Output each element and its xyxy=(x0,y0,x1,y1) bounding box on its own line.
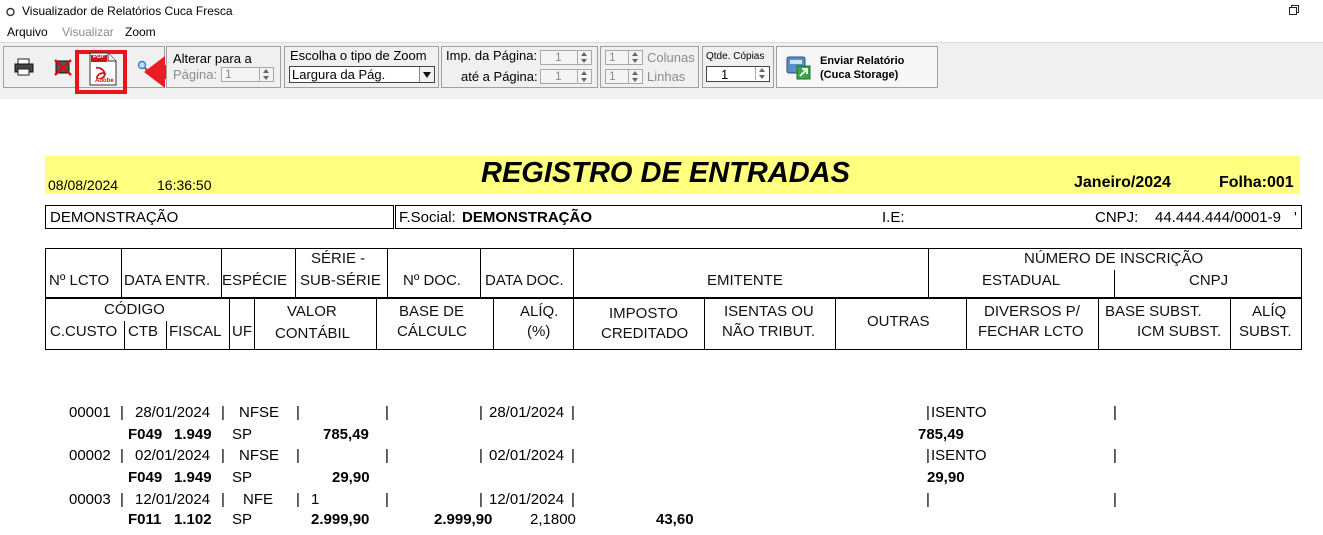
colunas-spinner[interactable]: 1 xyxy=(605,50,643,65)
table-row: 00002 | 02/01/2024 | NFSE | | | 02/01/20… xyxy=(69,447,1117,486)
imp-to-spinner[interactable]: 1 xyxy=(540,69,592,84)
pdf-badge-text: PDF xyxy=(93,54,105,60)
fsocial-label: F.Social: xyxy=(399,209,456,226)
company-box: DEMONSTRAÇÃO xyxy=(45,205,394,229)
toolbar: PDF Adobe Alterar para a Página: 1 Escol… xyxy=(0,42,1323,100)
report-period: Janeiro/2024 xyxy=(1074,174,1171,191)
copias-spinner[interactable]: 1 xyxy=(706,66,770,82)
menu-arquivo[interactable]: Arquivo xyxy=(7,25,48,39)
h-imposto-2: CREDITADO xyxy=(601,325,689,342)
imp-to-label: até a Página: xyxy=(461,69,538,84)
alterar-pagina-spinner[interactable]: 1 xyxy=(221,67,274,82)
h-serie-2: SUB-SÉRIE xyxy=(300,272,381,289)
report-date: 08/08/2024 xyxy=(48,177,119,193)
h-uf: UF xyxy=(232,323,252,340)
h-aliq-subst-2: SUBST. xyxy=(1239,323,1292,340)
h-serie-1: SÉRIE - xyxy=(311,250,366,267)
restore-icon[interactable] xyxy=(1289,5,1300,16)
h-data-entr: DATA ENTR. xyxy=(124,272,211,289)
enviar-relatorio-button[interactable]: Enviar Relatório (Cuca Storage) xyxy=(776,46,938,88)
h-diversos-2: FECHAR LCTO xyxy=(978,323,1084,340)
app-icon xyxy=(6,6,15,17)
h-base-1: BASE DE xyxy=(399,303,465,320)
h-num-inscricao: NÚMERO DE INSCRIÇÃO xyxy=(1024,250,1204,267)
table-row: 00003 | 12/01/2024 | NFE | 1 | | 12/01/2… xyxy=(69,491,1117,528)
report-folha: Folha:001 xyxy=(1219,174,1294,191)
h-codigo: CÓDIGO xyxy=(104,301,165,318)
h-imposto-1: IMPOSTO xyxy=(609,305,678,322)
colunas-label: Colunas xyxy=(647,50,695,65)
menu-visualizar[interactable]: Visualizar xyxy=(62,25,114,39)
report-title: REGISTRO DE ENTRADAS xyxy=(481,157,850,189)
h-estadual: ESTADUAL xyxy=(982,272,1061,289)
cloud-upload-icon xyxy=(785,54,811,80)
ie-label: I.E: xyxy=(882,209,905,226)
zoom-type-select[interactable]: Largura da Pág. xyxy=(289,66,435,83)
alterar-pagina-label: Página: xyxy=(173,67,218,82)
linhas-spinner[interactable]: 1 xyxy=(605,69,643,84)
h-aliq-1: ALÍQ. xyxy=(520,303,559,320)
imp-from-label: Imp. da Página: xyxy=(446,48,538,63)
h-base-subst-2: ICM SUBST. xyxy=(1137,323,1222,340)
menu-zoom[interactable]: Zoom xyxy=(125,25,156,39)
linhas-label: Linhas xyxy=(647,69,686,84)
h-base-subst-1: BASE SUBST. xyxy=(1105,303,1202,320)
pdf-export-icon[interactable]: PDF Adobe xyxy=(88,52,118,86)
company-details-box: F.Social: DEMONSTRAÇÃO I.E: CNPJ: 44.444… xyxy=(395,205,1302,229)
h-base-2: CÁLCULC xyxy=(397,323,468,340)
h-valor-2: CONTÁBIL xyxy=(275,325,351,342)
close-report-icon[interactable] xyxy=(53,57,73,77)
h-especie: ESPÉCIE xyxy=(222,272,288,289)
title-bar: Visualizador de Relatórios Cuca Fresca xyxy=(0,0,1323,24)
h-valor-1: VALOR xyxy=(287,303,337,320)
zoom-label: Escolha o tipo de Zoom xyxy=(290,48,427,63)
h-fiscal: FISCAL xyxy=(169,323,222,340)
print-icon[interactable] xyxy=(14,58,34,76)
h-ccusto: C.CUSTO xyxy=(50,323,118,340)
h-diversos-1: DIVERSOS P/ xyxy=(984,303,1080,320)
h-isentas-1: ISENTAS OU xyxy=(724,303,814,320)
h-cnpj: CNPJ xyxy=(1189,272,1229,289)
enviar-line1: Enviar Relatório xyxy=(820,55,905,67)
chevron-down-icon[interactable] xyxy=(419,67,434,82)
h-data-doc: DATA DOC. xyxy=(485,272,564,289)
h-outras: OUTRAS xyxy=(867,313,930,330)
cnpj-label: CNPJ: xyxy=(1095,209,1139,226)
alterar-label: Alterar para a xyxy=(173,51,252,66)
table-row: 00001 | 28/01/2024 | NFSE | | | 28/01/20… xyxy=(69,404,1117,443)
h-aliq-subst-1: ALÍQ xyxy=(1252,303,1287,320)
report-page: 08/08/2024 16:36:50 REGISTRO DE ENTRADAS… xyxy=(0,99,1323,528)
fsocial-value: DEMONSTRAÇÃO xyxy=(462,209,592,226)
adobe-text: Adobe xyxy=(95,78,114,84)
cnpj-value-overflow: ' xyxy=(1294,209,1297,226)
window-title: Visualizador de Relatórios Cuca Fresca xyxy=(22,4,233,18)
report-time: 16:36:50 xyxy=(157,177,212,193)
h-emitente: EMITENTE xyxy=(707,272,783,289)
menu-bar: Arquivo Visualizar Zoom xyxy=(0,24,1323,42)
h-ndoc: Nº DOC. xyxy=(403,272,461,289)
h-nlcto: Nº LCTO xyxy=(49,272,110,289)
copias-label: Qtde. Cópias xyxy=(706,51,765,62)
h-isentas-2: NÃO TRIBUT. xyxy=(722,323,816,340)
imp-from-spinner[interactable]: 1 xyxy=(540,50,592,65)
enviar-line2: (Cuca Storage) xyxy=(820,69,899,81)
h-aliq-2: (%) xyxy=(527,323,551,340)
h-ctb: CTB xyxy=(128,323,158,340)
cnpj-value: 44.444.444/0001-9 xyxy=(1155,209,1281,226)
